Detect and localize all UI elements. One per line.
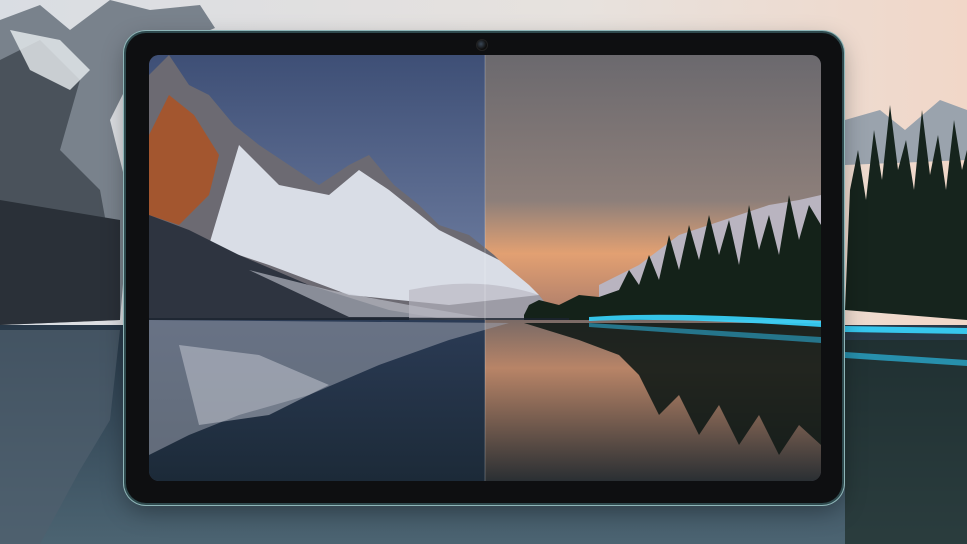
tablet-screen (149, 55, 821, 481)
front-camera-icon (476, 39, 488, 51)
comparison-divider (484, 55, 486, 481)
screen-landscape (149, 55, 821, 481)
product-photo-scene (0, 0, 967, 544)
tablet-device (126, 33, 842, 503)
